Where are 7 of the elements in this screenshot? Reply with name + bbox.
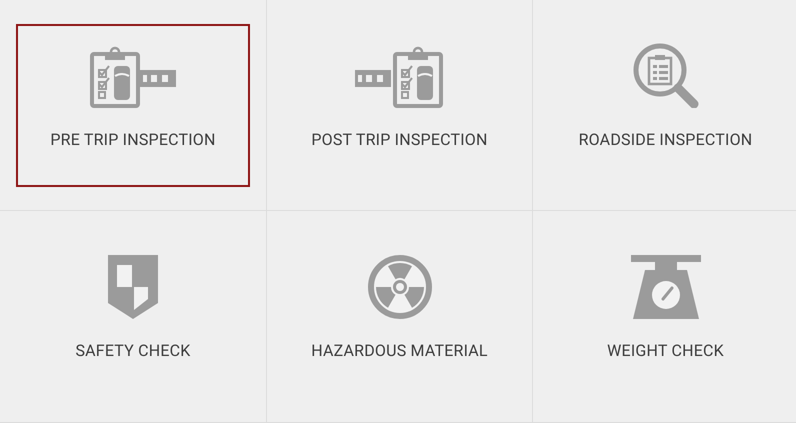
magnifier-clipboard-icon <box>632 42 700 108</box>
clipboard-truck-icon <box>354 46 444 108</box>
shield-icon <box>108 255 158 319</box>
scale-icon <box>630 255 700 319</box>
menu-tile[interactable]: PRE TRIP INSPECTION <box>16 24 250 186</box>
clipboard-truck-icon <box>88 46 178 108</box>
radiation-icon <box>368 255 432 319</box>
